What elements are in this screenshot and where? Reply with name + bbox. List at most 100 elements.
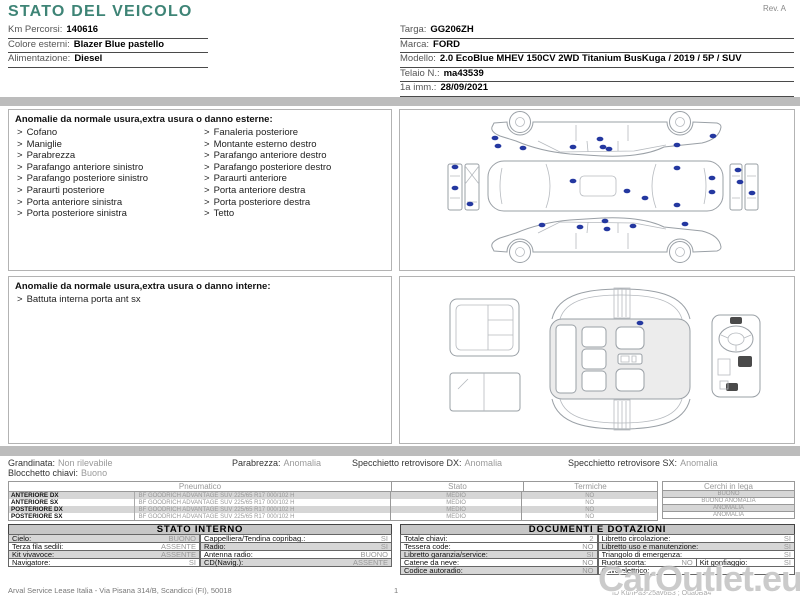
damage-marker <box>673 165 681 171</box>
interior-list-column: > Battuta interna porta ant sx <box>17 294 205 306</box>
tire-thermal: NO <box>521 506 657 513</box>
thermal-col-header: Termiche <box>523 482 657 491</box>
summary-field: Grandinata: Non rilevabile <box>8 458 113 468</box>
info-field-row: 1a imm.: 28/09/2021 <box>400 82 794 97</box>
anomaly-label: Paraurti posteriore <box>26 184 105 196</box>
damage-marker <box>569 144 577 150</box>
summary-row: Grandinata: Non rilevabile Parabrezza: Anom… <box>8 458 795 480</box>
footer-company: Arval Service Lease Italia - Via Pisana … <box>8 586 232 595</box>
exterior-list-column-right: > Fanaleria posteriore > Montante esterno d… <box>204 127 391 220</box>
interior-anomalies-list: > Battuta interna porta ant sx <box>9 294 391 306</box>
anomaly-label: Cofano <box>26 127 58 138</box>
field-value: 28/09/2021 <box>440 82 488 93</box>
bullet-icon: > <box>204 127 210 138</box>
interior-car-diagram <box>449 287 761 431</box>
status-cell: CD(Navig.): ASSENTE <box>200 558 392 567</box>
summary-label: Specchietto retrovisore SX: <box>568 458 678 468</box>
anomaly-item: > Porta posteriore destra <box>204 197 391 209</box>
damage-marker <box>708 175 716 181</box>
tire-position: ANTERIORE SX <box>11 499 59 506</box>
tire-state: MEDIO <box>389 506 522 513</box>
field-value: ma43539 <box>443 67 484 79</box>
anomaly-item: > Parafango posteriore sinistro <box>17 173 204 185</box>
info-field-row: Alimentazione: Diesel <box>8 53 208 68</box>
status-cell: Codice autoradio: NO <box>400 566 598 575</box>
footer-page-number: 1 <box>394 586 399 595</box>
status-value: ASSENTE <box>352 558 388 567</box>
alloy-wheels-table: Cerchi in lega BUONO BUONO ANOMALIA ANOMAL… <box>662 481 795 519</box>
tire-position: ANTERIORE DX <box>11 492 59 499</box>
tire-row: ANTERIORE DX BF GOODRICH ADVANTAGE SUV 22… <box>9 492 657 499</box>
anomaly-item: > Maniglie <box>17 139 204 151</box>
status-row: Navigatore: SI CD(Navig.): ASSENTE <box>8 558 392 567</box>
status-row-side: CD(Navig.): ASSENTE <box>200 558 392 567</box>
field-label: Marca: <box>400 38 430 50</box>
tire-thermal: NO <box>521 499 657 506</box>
anomaly-item: > Parafango posteriore destro <box>204 162 391 174</box>
tire-state: MEDIO <box>389 499 522 506</box>
damage-marker <box>636 320 644 326</box>
alloy-status: BUONO <box>662 491 795 498</box>
field-label: Modello: <box>400 53 436 64</box>
interior-status-table: STATO INTERNO Cielo: BUONO Cappelliera/Ten… <box>8 524 392 567</box>
anomaly-item: > Tetto <box>204 208 391 220</box>
field-label: Colore esterni: <box>8 38 70 50</box>
bullet-icon: > <box>204 150 210 162</box>
damage-marker <box>491 135 499 141</box>
summary-value: Anomalia <box>464 458 503 468</box>
status-row-side: Codice autoradio: NO <box>400 566 598 575</box>
tire-description: BF GOODRICH ADVANTAGE SUV 225/65 R17 000… <box>133 499 390 506</box>
anomaly-label: Tetto <box>213 208 235 220</box>
anomaly-label: Paraurti anteriore <box>213 173 287 185</box>
alloy-status: BUONO ANOMALIA <box>662 498 795 505</box>
field-value: 140616 <box>66 24 99 35</box>
anomaly-label: Montante esterno destro <box>213 138 317 150</box>
status-label: CD(Navig.): <box>204 558 244 567</box>
exterior-anomalies-heading: Anomalie da normale usura,extra usura o … <box>15 114 273 125</box>
interior-damage-markers <box>636 320 644 326</box>
status-value: SI <box>188 558 196 567</box>
anomaly-item: > Montante esterno destro <box>204 139 391 151</box>
field-value: FORD <box>433 38 460 50</box>
info-field-row: Colore esterni: Blazer Blue pastello <box>8 38 208 53</box>
trunk-view <box>449 298 520 357</box>
watermark: CarOutlet.eu <box>597 558 800 599</box>
bullet-icon: > <box>17 196 23 208</box>
anomaly-label: Porta anteriore sinistra <box>26 196 123 208</box>
field-label: 1a imm.: <box>400 82 437 93</box>
anomaly-item: > Porta posteriore sinistra <box>17 208 204 220</box>
field-label: Km Percorsi: <box>8 24 63 35</box>
bullet-icon: > <box>17 184 23 196</box>
tire-table-rows: ANTERIORE DX BF GOODRICH ADVANTAGE SUV 22… <box>9 492 657 520</box>
vehicle-condition-report: STATO DEL VEICOLO Rev. A Km Percorsi: 140… <box>0 0 800 600</box>
exterior-car-diagram <box>447 111 759 263</box>
state-col-header: Stato <box>391 482 523 491</box>
exterior-anomalies-list: > Cofano > Maniglie > Parabrezza > Parafango an… <box>9 127 391 220</box>
tire-thermal: NO <box>521 492 657 499</box>
anomaly-label: Fanaleria posteriore <box>213 127 299 138</box>
interior-anomalies-box: Anomalie da normale usura,extra usura o … <box>8 276 392 444</box>
summary-field: Blocchetto chiavi: Buono <box>8 468 107 478</box>
field-value: Blazer Blue pastello <box>73 38 165 50</box>
info-field-row: Telaio N.: ma43539 <box>400 67 794 82</box>
field-value: 2.0 EcoBlue MHEV 150CV 2WD Titanium BusK… <box>439 53 742 64</box>
damage-marker <box>709 133 717 139</box>
anomaly-item: > Porta anteriore destra <box>204 185 391 197</box>
section-divider-bottom <box>0 446 800 456</box>
damage-marker <box>708 189 716 195</box>
summary-value: Anomalia <box>283 458 322 468</box>
bullet-icon: > <box>17 208 23 220</box>
status-cell: Navigatore: SI <box>8 558 200 567</box>
damage-marker <box>734 167 742 173</box>
damage-marker <box>673 202 681 208</box>
tire-description: BF GOODRICH ADVANTAGE SUV 225/65 R17 000… <box>133 492 390 499</box>
tire-col-header: Pneumatico <box>178 482 222 491</box>
field-value: Diesel <box>74 53 103 64</box>
info-field-row: Km Percorsi: 140616 <box>8 24 208 39</box>
tire-description: BF GOODRICH ADVANTAGE SUV 225/65 R17 000… <box>133 513 390 520</box>
exterior-anomalies-box: Anomalie da normale usura,extra usura o … <box>8 109 392 271</box>
exterior-list-column-left: > Cofano > Maniglie > Parabrezza > Parafango an… <box>17 127 204 220</box>
tire-row: ANTERIORE SX BF GOODRICH ADVANTAGE SUV 22… <box>9 499 657 506</box>
tire-description: BF GOODRICH ADVANTAGE SUV 225/65 R17 000… <box>133 506 390 513</box>
interior-diagram-box <box>399 276 795 444</box>
